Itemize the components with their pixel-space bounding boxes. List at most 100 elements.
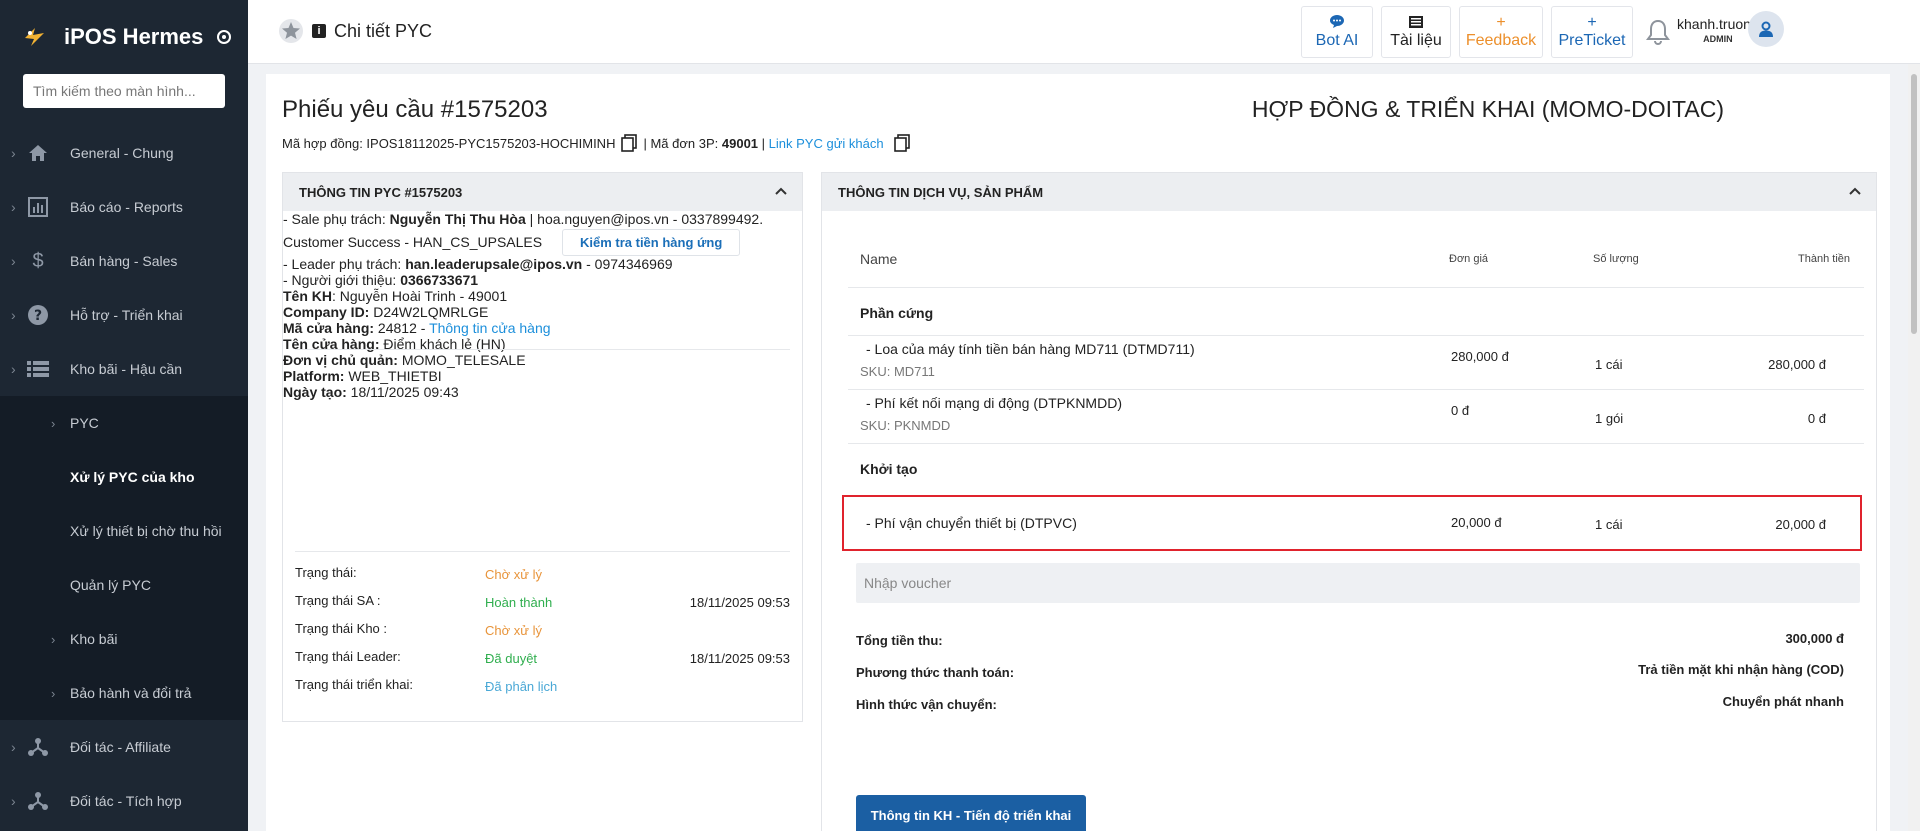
order3p-value: 49001 (721, 135, 759, 151)
product-name: - Phí kết nối mạng di động (DTPKNMDD) (866, 395, 1122, 411)
sidebar-item-label: General - Chung (70, 145, 174, 161)
customer-progress-button[interactable]: Thông tin KH - Tiến độ triển khai (856, 795, 1086, 831)
sidebar-subitem-warehouse-pyc[interactable]: Xử lý PYC của kho (0, 450, 248, 504)
status-badge: Chờ xử lý (485, 567, 542, 582)
breadcrumb: i Chi tiết PYC (278, 18, 432, 44)
sidebar-subitem-label: Kho bãi (70, 631, 118, 647)
status-label: Trạng thái Kho : (295, 621, 388, 636)
bar-chart-icon (26, 195, 50, 219)
field-label: Platform: (283, 368, 345, 384)
sidebar-subitem-pending-devices[interactable]: Xử lý thiết bị chờ thu hồi (0, 504, 248, 558)
summary-label: Phương thức thanh toán: (856, 665, 1015, 680)
voucher-input[interactable] (856, 563, 1860, 603)
store-code-row: Mã cửa hàng: 24812 - Thông tin cửa hàng (283, 320, 802, 336)
cs-label: Customer Success - HAN_CS_UPSALES (283, 234, 543, 250)
username: khanh.truong (1677, 16, 1759, 32)
created-date-row: Ngày tạo: 18/11/2025 09:43 (283, 384, 802, 400)
sidebar-nav: › General - Chung › Báo cáo - Reports › … (0, 126, 248, 828)
chevron-right-icon: › (11, 739, 16, 755)
sidebar-subitem-warranty[interactable]: › Bảo hành và đổi trả (0, 666, 248, 720)
separator: | (761, 135, 766, 151)
sidebar-item-warehouse[interactable]: › Kho bãi - Hậu cần (0, 342, 248, 396)
sidebar-subitem-label: PYC (70, 415, 99, 431)
sidebar-item-integration[interactable]: › Đối tác - Tích hợp (0, 774, 248, 828)
sidebar: iPOS Hermes › General - Chung › Báo cáo … (0, 0, 248, 831)
table-divider (848, 443, 1864, 444)
hermes-logo-icon (25, 28, 44, 46)
preticket-button[interactable]: + PreTicket (1551, 6, 1633, 58)
store-info-link[interactable]: Thông tin cửa hàng (429, 320, 550, 336)
sidebar-item-sales[interactable]: › $ Bán hàng - Sales (0, 234, 248, 288)
summary-value: Chuyển phát nhanh (1722, 694, 1844, 709)
sidebar-search-input[interactable] (23, 74, 225, 108)
user-role: ADMIN (1703, 34, 1733, 44)
copy-icon[interactable] (621, 134, 638, 152)
sidebar-item-support[interactable]: › ? Hỗ trợ - Triển khai (0, 288, 248, 342)
column-price: Đơn giá (1449, 253, 1489, 265)
scrollbar-thumb[interactable] (1911, 74, 1917, 334)
bot-ai-label: Bot AI (1315, 32, 1359, 49)
app-name: iPOS Hermes (64, 24, 204, 49)
field-value: 18/11/2025 09:43 (346, 384, 459, 400)
avatar[interactable] (1748, 11, 1784, 47)
service-product-header[interactable]: THÔNG TIN DỊCH VỤ, SẢN PHẨM (822, 173, 1876, 211)
help-circle-icon: ? (26, 303, 50, 327)
section-init: Khởi tạo (860, 461, 918, 477)
chevron-right-icon: › (11, 253, 16, 269)
panel-title: THÔNG TIN PYC #1575203 (299, 184, 463, 200)
bot-ai-button[interactable]: Bot AI (1301, 6, 1373, 58)
star-icon[interactable] (278, 18, 304, 44)
chevron-up-icon[interactable] (774, 184, 788, 198)
book-icon (1408, 14, 1424, 32)
radio-toggle-icon[interactable] (217, 30, 232, 44)
feedback-button[interactable]: + Feedback (1459, 6, 1543, 58)
chevron-right-icon: › (11, 793, 16, 809)
dollar-icon: $ (32, 249, 44, 272)
field-label: Đơn vị chủ quản: (283, 352, 398, 368)
sidebar-item-label: Kho bãi - Hậu cần (70, 361, 183, 377)
chat-bubble-icon (1329, 14, 1345, 32)
status-date: 18/11/2025 09:53 (689, 595, 790, 610)
plus-icon: + (1587, 14, 1597, 31)
leader-email: han.leaderupsale@ipos.vn (405, 256, 583, 272)
product-qty: 1 gói (1595, 411, 1624, 426)
sidebar-subitem-label: Bảo hành và đổi trả (70, 685, 192, 701)
plus-icon: + (1496, 14, 1506, 31)
referrer-info: - Người giới thiệu: 0366733671 (283, 272, 802, 288)
bell-icon[interactable] (1645, 18, 1671, 46)
table-divider (848, 389, 1864, 390)
customer-name-row: Tên KH: Nguyễn Hoài Trinh - 49001 (283, 288, 802, 304)
product-qty: 1 cái (1595, 357, 1623, 372)
sidebar-subitem-pyc[interactable]: › PYC (0, 396, 248, 450)
leader-phone: - 0974346969 (586, 256, 673, 272)
sidebar-item-affiliate[interactable]: › Đối tác - Affiliate (0, 720, 248, 774)
pyc-info-header[interactable]: THÔNG TIN PYC #1575203 (283, 173, 802, 211)
sidebar-subitem-warehouse[interactable]: › Kho bãi (0, 612, 248, 666)
product-sku: SKU: PKNMDD (860, 418, 951, 433)
sidebar-subitem-manage-pyc[interactable]: Quản lý PYC (0, 558, 248, 612)
preticket-label: PreTicket (1558, 32, 1626, 49)
table-divider (848, 335, 1864, 336)
contract-code: Mã hợp đồng: IPOS18112025-PYC1575203-HOC… (282, 135, 616, 151)
copy-icon[interactable] (893, 134, 910, 152)
sidebar-item-reports[interactable]: › Báo cáo - Reports (0, 180, 248, 234)
sidebar-item-general[interactable]: › General - Chung (0, 126, 248, 180)
field-value: D24W2LQMRLGE (369, 304, 489, 320)
field-label: Ngày tạo: (283, 384, 347, 400)
customer-pyc-link[interactable]: Link PYC gửi khách (769, 136, 884, 151)
sidebar-subitem-label: Xử lý thiết bị chờ thu hồi (70, 523, 222, 539)
column-qty: Số lượng (1593, 253, 1639, 265)
sale-contact: | hoa.nguyen@ipos.vn - 0337899492. (529, 211, 764, 227)
status-label: Trạng thái SA : (295, 593, 381, 608)
chevron-up-icon[interactable] (1848, 184, 1862, 198)
service-product-panel: THÔNG TIN DỊCH VỤ, SẢN PHẨM Name Đơn giá… (821, 172, 1877, 831)
divider (295, 551, 790, 552)
page-scrollbar[interactable] (1908, 64, 1920, 831)
status-label: Trạng thái: (295, 565, 357, 580)
user-info[interactable]: khanh.truong ADMIN (1677, 16, 1759, 44)
user-icon (1759, 21, 1773, 37)
brand[interactable]: iPOS Hermes (0, 0, 248, 74)
docs-button[interactable]: Tài liệu (1381, 6, 1451, 58)
check-advance-button[interactable]: Kiểm tra tiền hàng ứng (561, 229, 741, 256)
status-badge: Chờ xử lý (485, 623, 542, 638)
